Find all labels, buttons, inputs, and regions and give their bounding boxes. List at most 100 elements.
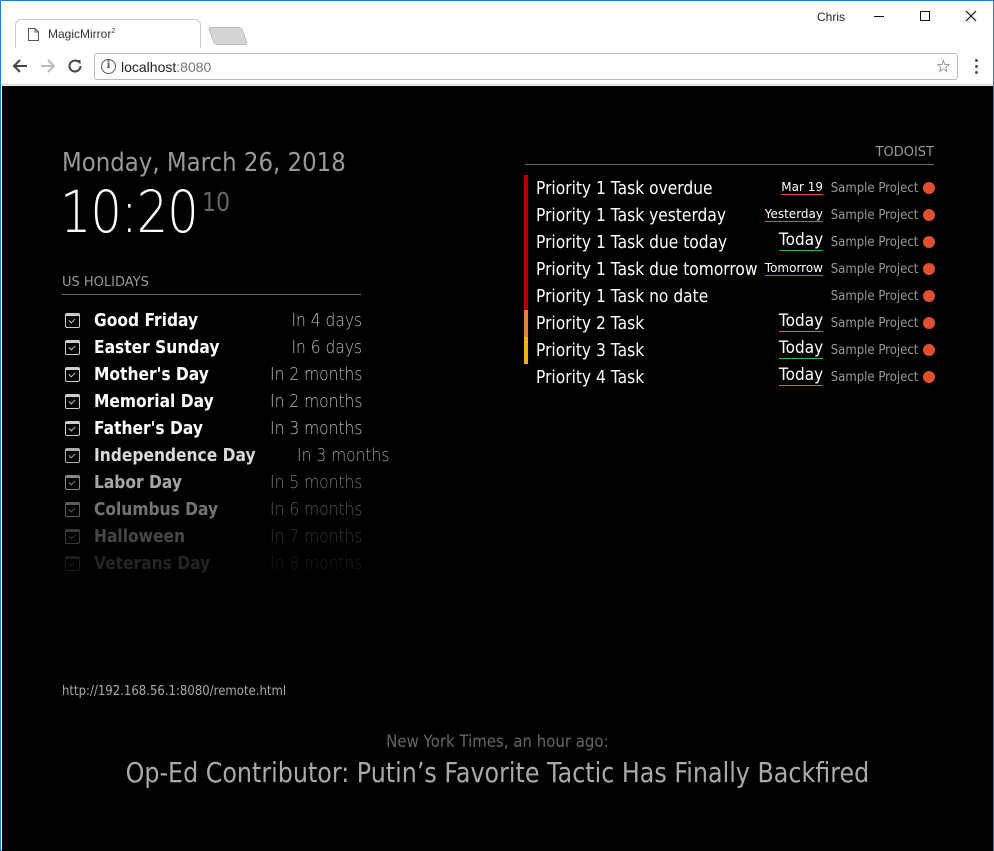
calendar-event: Easter Sunday In 6 days	[62, 334, 362, 361]
event-time: In 6 days	[291, 337, 362, 358]
tab-magicmirror[interactable]: MagicMirror2	[15, 19, 201, 49]
event-title: Independence Day	[94, 445, 256, 466]
calendar-event: Veterans Day In 8 months	[62, 550, 362, 577]
browser-toolbar: i localhost:8080 ☆	[1, 48, 993, 85]
task-row: Priority 4 Task Today Sample Project	[524, 364, 935, 391]
task-project: Sample Project	[830, 181, 918, 196]
tab-title: MagicMirror2	[48, 27, 116, 41]
calendar-check-icon	[65, 394, 80, 409]
close-button[interactable]	[948, 1, 994, 31]
back-button[interactable]	[10, 56, 30, 76]
priority-bar	[524, 283, 528, 310]
event-title: Columbus Day	[94, 499, 219, 520]
task-project: Sample Project	[830, 262, 918, 277]
task-title: Priority 2 Task	[536, 313, 645, 334]
task-due-date: Yesterday	[764, 207, 823, 222]
calendar-check-icon	[65, 367, 80, 382]
event-title: Memorial Day	[94, 391, 214, 412]
news-headline: Op-Ed Contributor: Putin’s Favorite Tact…	[125, 756, 870, 789]
priority-bar	[524, 337, 528, 364]
task-row: Priority 1 Task yesterday Yesterday Sample…	[524, 202, 935, 229]
todoist-task-list: Priority 1 Task overdue Mar 19 Sample Proj…	[524, 175, 935, 391]
project-color-dot	[923, 344, 935, 356]
task-row: Priority 3 Task Today Sample Project	[524, 337, 935, 364]
task-row: Priority 1 Task due tomorrow Tomorrow Samp…	[524, 256, 935, 283]
title-bar: MagicMirror2 Chris	[1, 1, 994, 49]
task-title: Priority 1 Task due today	[536, 232, 728, 253]
priority-bar	[524, 364, 528, 391]
task-project: Sample Project	[830, 316, 918, 331]
calendar-check-icon	[65, 421, 80, 436]
new-tab-button[interactable]	[207, 27, 249, 45]
task-due-date: Today	[778, 230, 823, 251]
calendar-check-icon	[65, 529, 80, 544]
calendar-check-icon	[65, 502, 80, 517]
browser-window: MagicMirror2 Chris i localhost:8080 ☆ Mo…	[0, 0, 994, 851]
task-due-date: Tomorrow	[764, 261, 823, 276]
event-time: In 3 months	[269, 418, 362, 439]
event-time: In 6 months	[269, 499, 362, 520]
address-text[interactable]: localhost:8080	[121, 59, 211, 75]
event-time: In 2 months	[269, 364, 362, 385]
forward-arrow-icon	[41, 59, 56, 73]
calendar-check-icon	[65, 556, 80, 571]
task-title: Priority 4 Task	[536, 367, 645, 388]
task-title: Priority 3 Task	[536, 340, 645, 361]
clock-date: Monday, March 26, 2018	[62, 148, 346, 178]
event-time: In 5 months	[269, 472, 362, 493]
calendar-event: Columbus Day In 6 months	[62, 496, 362, 523]
event-time: In 7 months	[269, 526, 362, 547]
task-project: Sample Project	[830, 235, 918, 250]
priority-bar	[524, 175, 528, 202]
reload-button[interactable]	[65, 56, 85, 76]
project-color-dot	[923, 263, 935, 275]
event-title: Halloween	[94, 526, 185, 547]
task-title: Priority 1 Task due tomorrow	[536, 259, 758, 280]
menu-dots-icon[interactable]	[969, 57, 983, 77]
task-due-date: Today	[778, 365, 823, 386]
minimize-icon	[874, 15, 884, 17]
task-project: Sample Project	[830, 289, 918, 304]
calendar-check-icon	[65, 313, 80, 328]
event-time: In 4 days	[291, 310, 362, 331]
calendar-check-icon	[65, 475, 80, 490]
task-row: Priority 1 Task overdue Mar 19 Sample Proj…	[524, 175, 935, 202]
priority-bar	[524, 256, 528, 283]
calendar-event: Mother's Day In 2 months	[62, 361, 362, 388]
task-title: Priority 1 Task overdue	[536, 178, 713, 199]
task-due-date: Today	[778, 338, 823, 359]
address-bar[interactable]: i localhost:8080 ☆	[94, 53, 958, 80]
calendar-event: Father's Day In 3 months	[62, 415, 362, 442]
project-color-dot	[923, 209, 935, 221]
clock-seconds: 10	[202, 188, 231, 218]
event-time: In 3 months	[296, 445, 390, 466]
reload-icon	[68, 59, 82, 73]
calendar-event: Good Friday In 4 days	[62, 307, 362, 334]
back-arrow-icon	[12, 59, 27, 73]
news-source: New York Times, an hour ago:	[386, 732, 609, 752]
profile-name[interactable]: Chris	[817, 10, 845, 24]
calendar-header: US HOLIDAYS	[62, 275, 361, 295]
clock-time: 10:20	[60, 178, 199, 246]
task-title: Priority 1 Task no date	[536, 286, 709, 307]
project-color-dot	[923, 371, 935, 383]
task-row: Priority 1 Task due today Today Sample Pro…	[524, 229, 935, 256]
priority-bar	[524, 202, 528, 229]
project-color-dot	[923, 182, 935, 194]
maximize-button[interactable]	[902, 1, 948, 31]
bookmark-star-icon[interactable]: ☆	[936, 57, 951, 77]
task-due-date: Mar 19	[781, 180, 823, 195]
info-icon[interactable]: i	[101, 59, 116, 74]
task-row: Priority 2 Task Today Sample Project	[524, 310, 935, 337]
remote-url: http://192.168.56.1:8080/remote.html	[62, 684, 287, 699]
minimize-button[interactable]	[856, 1, 902, 31]
task-project: Sample Project	[830, 208, 918, 223]
task-row: Priority 1 Task no date Sample Project	[524, 283, 935, 310]
maximize-icon	[920, 11, 930, 21]
forward-button[interactable]	[38, 56, 58, 76]
calendar-event: Memorial Day In 2 months	[62, 388, 362, 415]
calendar-event: Independence Day In 3 months	[62, 442, 389, 469]
priority-bar	[524, 229, 528, 256]
event-time: In 2 months	[269, 391, 362, 412]
event-title: Good Friday	[94, 310, 199, 331]
